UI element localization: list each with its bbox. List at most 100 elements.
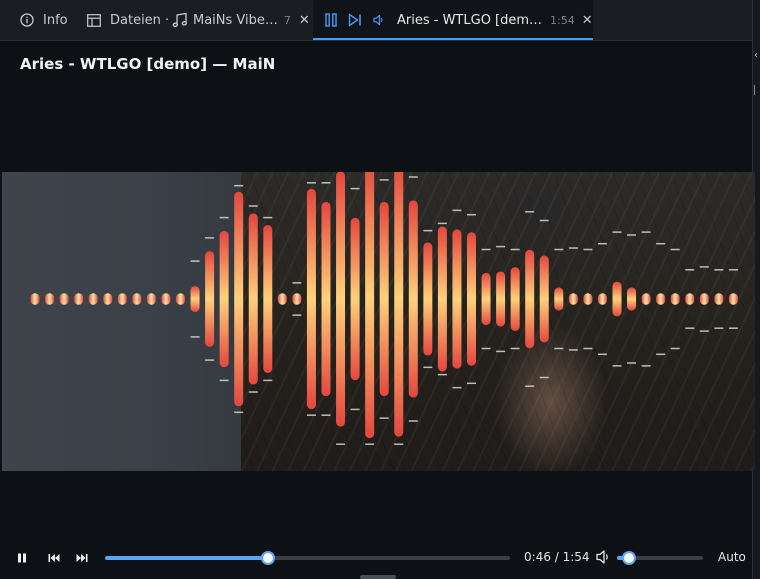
visualizer-peak-marker	[263, 216, 273, 219]
visualizer-peak-marker	[481, 248, 491, 251]
seek-bar[interactable]	[105, 551, 510, 565]
volume-slider[interactable]	[617, 551, 703, 565]
visualizer-bar	[437, 226, 447, 372]
volume-thumb[interactable]	[622, 551, 637, 565]
visualizer-bar	[612, 281, 622, 317]
visualizer-bar	[714, 293, 724, 305]
visualizer-peak-marker	[452, 209, 462, 212]
time-display: 0:46 / 1:54	[524, 550, 590, 564]
visualizer-peak-marker	[656, 242, 666, 245]
visualizer-bar	[539, 255, 549, 343]
next-button[interactable]	[72, 546, 92, 570]
visualizer-peak-marker	[408, 420, 418, 422]
visualizer-bar	[117, 293, 127, 305]
visualizer-peak-marker	[408, 176, 418, 178]
visualizer-bar	[292, 293, 302, 305]
pause-button[interactable]	[12, 546, 32, 570]
visualizer-peak-marker	[612, 231, 622, 233]
visualizer-peak-marker	[423, 229, 433, 232]
visualizer-peak-marker	[248, 205, 258, 207]
visualizer-peak-marker	[641, 231, 651, 233]
visualizer-peak-marker	[205, 359, 215, 361]
tab-player[interactable]: Aries - WTLGO [dem… 1:54 ✕	[313, 0, 593, 40]
visualizer-peak-marker	[699, 266, 709, 268]
visualizer-peak-marker	[568, 247, 578, 249]
visualizer-peak-marker	[394, 443, 404, 445]
visualizer-bar	[568, 293, 578, 305]
visualizer-peak-marker	[350, 408, 360, 411]
visualizer-peak-marker	[234, 411, 244, 414]
visualizer-peak-marker	[292, 282, 302, 284]
visualizer-peak-marker	[379, 417, 389, 419]
visualizer-bar	[132, 293, 142, 305]
pause-icon[interactable]	[325, 13, 337, 27]
visualizer-bar	[597, 293, 607, 305]
visualizer-peak-marker	[554, 347, 564, 350]
visualizer-bar	[699, 293, 709, 305]
visualizer-bar	[525, 249, 535, 349]
visualizer-peak-marker	[728, 327, 738, 329]
tab-info[interactable]: Info	[20, 0, 68, 40]
visualizer-bar	[627, 287, 637, 311]
visualizer-bar	[205, 251, 215, 347]
previous-button[interactable]	[44, 546, 64, 570]
visualizer-bar	[641, 293, 651, 305]
volume-button[interactable]	[596, 549, 610, 565]
tab-files[interactable]: Dateien ·	[87, 0, 169, 40]
visualizer-peak-marker	[685, 327, 695, 329]
tab-vibes-count: 7	[283, 13, 291, 27]
tab-vibes[interactable]: MaiNs Vibe… 7 ✕	[172, 0, 310, 40]
visualizer-peak-marker	[685, 269, 695, 271]
visualizer-peak-marker	[627, 234, 637, 236]
skip-next-icon[interactable]	[348, 13, 362, 27]
close-icon[interactable]: ✕	[299, 13, 310, 28]
visualizer-peak-marker	[234, 184, 244, 187]
volume-icon[interactable]	[373, 14, 385, 26]
visualizer-peak-marker	[656, 353, 666, 356]
visualizer-peak-marker	[554, 248, 564, 251]
visualizer-bar	[219, 230, 229, 368]
close-icon[interactable]: ✕	[582, 13, 593, 28]
visualizer-peak-marker	[699, 330, 709, 332]
visualizer-bar	[728, 293, 738, 305]
visualizer-peak-marker	[670, 347, 680, 350]
visualizer-peak-marker	[539, 219, 549, 222]
tab-player-duration: 1:54	[550, 13, 575, 27]
seek-thumb[interactable]	[261, 551, 276, 565]
tab-player-label: Aries - WTLGO [dem…	[397, 12, 543, 28]
visualizer-bar	[103, 293, 113, 305]
music-note-icon	[172, 12, 188, 28]
visualizer-peak-marker	[306, 414, 316, 416]
visualizer-peak-marker	[525, 385, 535, 387]
visualizer-peak-marker	[190, 336, 200, 338]
visualizer-peak-marker	[583, 347, 593, 350]
audio-visualizer	[30, 172, 738, 445]
visualizer-peak-marker	[525, 211, 535, 213]
visualizer-peak-marker	[597, 353, 607, 356]
visualizer-peak-marker	[467, 382, 476, 385]
visualizer-peak-marker	[670, 248, 680, 251]
visualizer-bar	[59, 293, 69, 305]
tab-info-label: Info	[43, 12, 68, 28]
visualizer-bar	[74, 293, 84, 305]
visualizer-peak-marker	[350, 187, 360, 190]
pause-icon	[18, 553, 26, 563]
visualizer-bar	[365, 172, 375, 439]
scrollbar-handle[interactable]	[360, 575, 396, 579]
visualizer-bar	[277, 293, 287, 305]
visualizer-peak-marker	[205, 237, 215, 239]
visualizer-peak-marker	[423, 366, 433, 369]
visualizer-bar	[190, 285, 200, 313]
active-tab-indicator	[313, 38, 593, 40]
visualizer-peak-marker	[568, 349, 578, 351]
visualizer-peak-marker	[365, 443, 375, 445]
tab-vibes-label: MaiNs Vibe…	[193, 12, 278, 28]
visualizer-bar	[452, 229, 462, 369]
tab-bar: Info Dateien · MaiNs Vibe… 7 ✕ Aries - W…	[0, 0, 752, 41]
visualizer-bar	[670, 293, 680, 305]
quality-selector[interactable]: Auto	[718, 550, 746, 564]
visualizer-bar	[423, 242, 433, 356]
visualizer-bar	[248, 213, 258, 385]
chevron-left-icon[interactable]: ‹	[754, 50, 758, 61]
panel-handle-icon[interactable]	[754, 85, 760, 95]
